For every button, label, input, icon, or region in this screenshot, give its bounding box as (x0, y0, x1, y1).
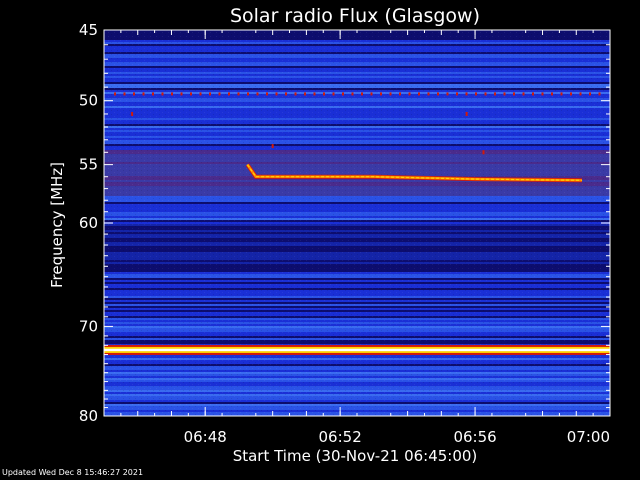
dotted-band-dot (180, 92, 183, 96)
dotted-band-dot (598, 92, 601, 96)
dotted-band-dot (513, 92, 515, 96)
dotted-band-dot (551, 92, 553, 96)
dotted-band-dot (294, 92, 297, 96)
dotted-band-dot (361, 92, 363, 96)
dotted-band-dot (275, 92, 278, 96)
bright-band (104, 348, 610, 352)
dotted-band-dot (522, 92, 525, 96)
dotted-band-dot (171, 92, 173, 96)
dotted-band-dot (475, 92, 477, 96)
emission-spot (271, 144, 274, 149)
spectrogram-plot (104, 30, 610, 417)
chart-title: Solar radio Flux (Glasgow) (230, 5, 480, 27)
dotted-band-dot (437, 92, 439, 96)
dotted-band-dot (199, 92, 202, 96)
dotted-band-dot (494, 92, 496, 96)
y-tick-label: 80 (79, 407, 98, 425)
dotted-band-dot (218, 92, 221, 96)
dotted-band-dot (484, 92, 487, 96)
dotted-band-dot (142, 92, 145, 96)
x-tick-label: 06:56 (453, 428, 496, 446)
dotted-band-dot (313, 92, 316, 96)
dotted-band-dot (256, 92, 259, 96)
dotted-band-dot (152, 92, 154, 96)
emission-spot (131, 111, 134, 116)
dotted-band-dot (465, 92, 468, 96)
dotted-band-dot (399, 92, 401, 96)
dotted-band-dot (247, 92, 249, 96)
solar-radio-flux-chart: Solar radio Flux (Glasgow) 45 50 55 60 70 80 0… (48, 5, 611, 465)
dotted-band-dot (456, 92, 458, 96)
dotted-band-dot (133, 92, 135, 96)
dotted-band-dot (332, 92, 335, 96)
dotted-band-dot (427, 92, 430, 96)
dotted-band-dot (560, 92, 563, 96)
x-tick-label: 06:52 (319, 428, 362, 446)
emission-spot (482, 150, 485, 155)
y-tick-label: 60 (79, 214, 98, 232)
y-tick-label: 55 (79, 156, 98, 174)
dotted-band-dot (503, 92, 506, 96)
dotted-band-dot (123, 92, 126, 96)
x-axis-label: Start Time (30-Nov-21 06:45:00) (233, 447, 478, 465)
dotted-band-dot (408, 92, 411, 96)
x-tick-label: 06:48 (184, 428, 227, 446)
dotted-band-dot (579, 92, 582, 96)
dotted-band-dot (446, 92, 449, 96)
y-tick-label: 70 (79, 317, 98, 335)
dotted-band-dot (304, 92, 306, 96)
dotted-band-dot (389, 92, 392, 96)
dotted-band-dot (541, 92, 544, 96)
dotted-band-dot (266, 92, 268, 96)
dotted-band-dot (114, 92, 116, 96)
spectrogram-texture (104, 30, 610, 416)
dotted-band-dot (380, 92, 382, 96)
x-tick-label: 07:00 (567, 428, 610, 446)
dotted-band-dot (589, 92, 591, 96)
dotted-band-dot (161, 92, 164, 96)
dotted-band-dot (532, 92, 534, 96)
dotted-band-dot (285, 92, 287, 96)
y-tick-label: 45 (79, 21, 98, 39)
dotted-band-dot (323, 92, 325, 96)
dotted-band-dot (237, 92, 240, 96)
dotted-band-dot (370, 92, 373, 96)
y-tick-label: 50 (79, 92, 98, 110)
dotted-band-dot (418, 92, 420, 96)
dotted-band-dot (209, 92, 211, 96)
dotted-band-dot (570, 92, 572, 96)
y-axis-label: Frequency [MHz] (48, 162, 66, 288)
dotted-band-dot (342, 92, 344, 96)
dotted-band-dot (190, 92, 192, 96)
dotted-band-dot (228, 92, 230, 96)
dotted-band-dot (351, 92, 354, 96)
emission-spot (465, 111, 468, 116)
updated-timestamp: Updated Wed Dec 8 15:46:27 2021 (2, 468, 144, 477)
